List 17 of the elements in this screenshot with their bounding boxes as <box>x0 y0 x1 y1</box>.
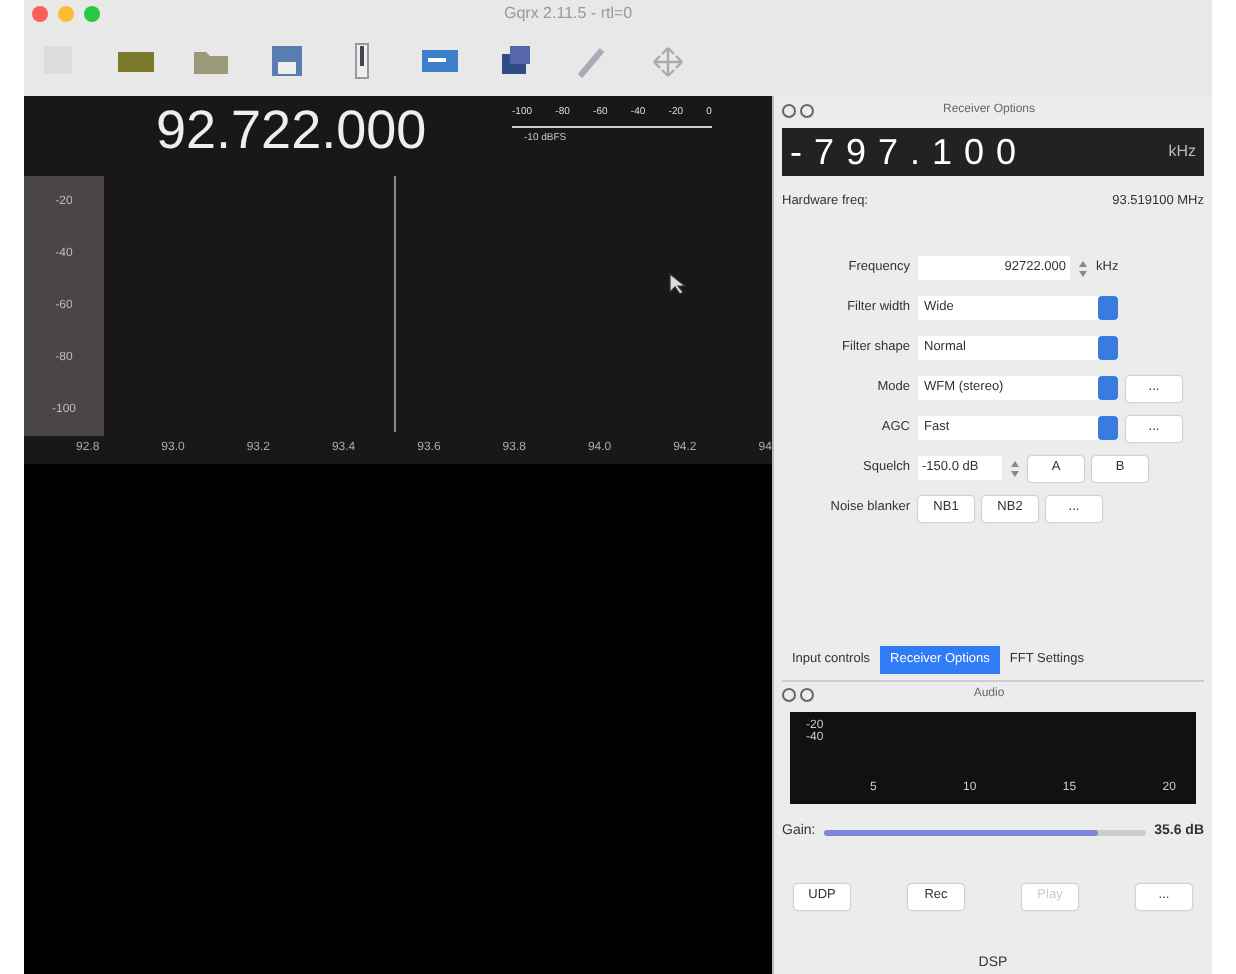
dock-close-icon[interactable] <box>782 687 796 701</box>
spin-arrows-icon[interactable] <box>1010 459 1020 478</box>
arrows-icon[interactable] <box>648 42 688 82</box>
gain-slider[interactable] <box>823 830 1147 836</box>
dock-close-icon[interactable] <box>782 103 796 117</box>
pointer-icon <box>668 272 688 296</box>
offset-digits: -797.100 <box>790 134 1029 170</box>
save-icon[interactable] <box>268 42 308 82</box>
offset-unit: kHz <box>1168 140 1196 164</box>
dock-float-icon[interactable] <box>800 103 814 117</box>
close-window-button[interactable] <box>32 6 48 22</box>
dock-float-icon[interactable] <box>800 687 814 701</box>
frequency-readout[interactable]: 92.722.000 <box>156 104 427 158</box>
offset-display[interactable]: -797.100 kHz <box>782 128 1204 176</box>
maximize-window-button[interactable] <box>84 6 100 22</box>
window-title: Gqrx 2.11.5 - rtl=0 <box>504 2 633 26</box>
spin-arrows-icon[interactable] <box>1078 259 1088 278</box>
